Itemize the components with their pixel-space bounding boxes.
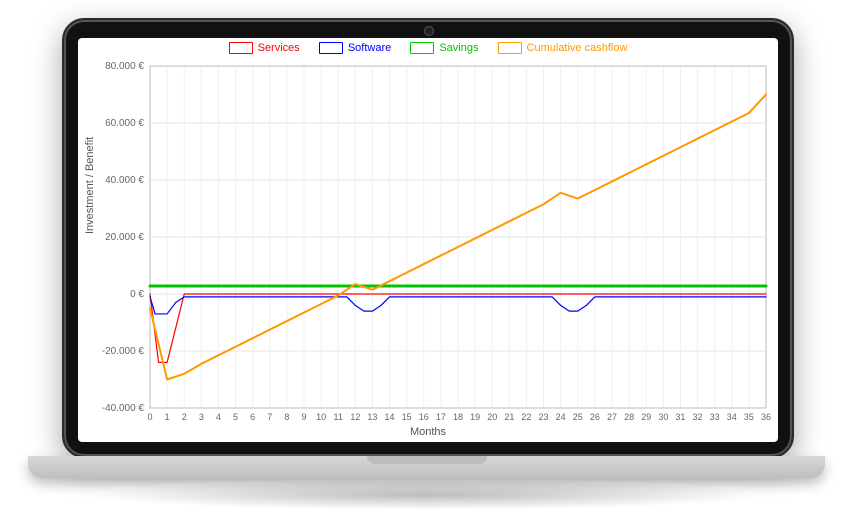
svg-text:12: 12 xyxy=(350,412,360,422)
svg-text:60.000 €: 60.000 € xyxy=(105,118,144,129)
svg-text:32: 32 xyxy=(693,412,703,422)
svg-text:9: 9 xyxy=(301,412,306,422)
svg-text:23: 23 xyxy=(539,412,549,422)
svg-text:6: 6 xyxy=(250,412,255,422)
legend: Services Software Savings Cumulative cas… xyxy=(78,42,778,57)
svg-text:-20.000 €: -20.000 € xyxy=(102,346,145,357)
legend-label: Services xyxy=(258,42,300,54)
svg-text:8: 8 xyxy=(284,412,289,422)
svg-text:2: 2 xyxy=(182,412,187,422)
laptop-frame: Services Software Savings Cumulative cas… xyxy=(62,18,794,458)
legend-swatch-savings xyxy=(410,42,434,54)
svg-text:10: 10 xyxy=(316,412,326,422)
svg-text:17: 17 xyxy=(436,412,446,422)
svg-text:31: 31 xyxy=(675,412,685,422)
svg-text:26: 26 xyxy=(590,412,600,422)
svg-text:-40.000 €: -40.000 € xyxy=(102,403,145,414)
camera-icon xyxy=(424,26,434,36)
chart-svg: -40.000 € -20.000 € 0 € 20.000 € 40.000 € 60.… xyxy=(78,38,778,442)
svg-text:20.000 €: 20.000 € xyxy=(105,232,144,243)
svg-text:15: 15 xyxy=(402,412,412,422)
svg-text:40.000 €: 40.000 € xyxy=(105,175,144,186)
svg-text:35: 35 xyxy=(744,412,754,422)
legend-swatch-services xyxy=(229,42,253,54)
shadow xyxy=(90,480,763,510)
svg-text:28: 28 xyxy=(624,412,634,422)
legend-label: Savings xyxy=(439,42,478,54)
svg-text:4: 4 xyxy=(216,412,221,422)
svg-text:16: 16 xyxy=(419,412,429,422)
svg-text:18: 18 xyxy=(453,412,463,422)
svg-text:27: 27 xyxy=(607,412,617,422)
svg-text:5: 5 xyxy=(233,412,238,422)
y-axis-label: Investment / Benefit xyxy=(84,137,96,234)
svg-text:36: 36 xyxy=(761,412,771,422)
chart-container: Services Software Savings Cumulative cas… xyxy=(78,38,778,442)
legend-swatch-cumulative xyxy=(498,42,522,54)
laptop-base xyxy=(28,456,825,478)
svg-text:22: 22 xyxy=(521,412,531,422)
svg-text:30: 30 xyxy=(658,412,668,422)
svg-text:29: 29 xyxy=(641,412,651,422)
svg-text:33: 33 xyxy=(710,412,720,422)
svg-text:21: 21 xyxy=(504,412,514,422)
svg-text:3: 3 xyxy=(199,412,204,422)
svg-text:20: 20 xyxy=(487,412,497,422)
legend-swatch-software xyxy=(319,42,343,54)
svg-text:34: 34 xyxy=(727,412,737,422)
screen: Services Software Savings Cumulative cas… xyxy=(78,38,778,442)
svg-text:24: 24 xyxy=(556,412,566,422)
legend-label: Software xyxy=(348,42,391,54)
svg-text:11: 11 xyxy=(334,412,343,422)
svg-text:0 €: 0 € xyxy=(130,289,144,300)
legend-item-services: Services xyxy=(229,42,300,54)
svg-text:0: 0 xyxy=(147,412,152,422)
legend-label: Cumulative cashflow xyxy=(527,42,628,54)
svg-text:25: 25 xyxy=(573,412,583,422)
svg-text:80.000 €: 80.000 € xyxy=(105,61,144,72)
legend-item-software: Software xyxy=(319,42,391,54)
legend-item-savings: Savings xyxy=(410,42,478,54)
svg-text:13: 13 xyxy=(367,412,377,422)
svg-text:19: 19 xyxy=(470,412,480,422)
x-axis-label: Months xyxy=(78,426,778,438)
svg-text:1: 1 xyxy=(165,412,170,422)
laptop-notch xyxy=(367,456,487,464)
stage: Services Software Savings Cumulative cas… xyxy=(0,0,853,530)
svg-text:14: 14 xyxy=(385,412,395,422)
svg-text:7: 7 xyxy=(267,412,272,422)
legend-item-cumulative: Cumulative cashflow xyxy=(498,42,628,54)
